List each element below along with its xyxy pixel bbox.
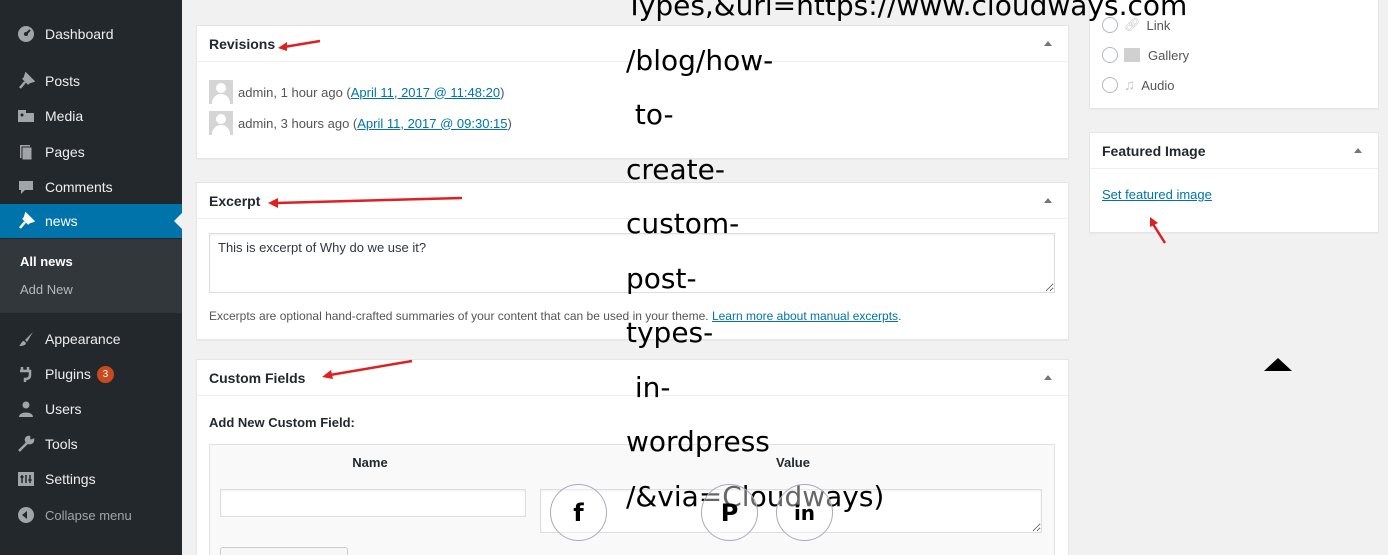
menu-label: Collapse menu — [45, 507, 132, 523]
back-to-top-arrow-icon[interactable] — [1264, 358, 1292, 371]
revision-author: admin, 1 hour ago ( — [238, 84, 351, 100]
pin-icon — [16, 71, 36, 91]
revision-paren: ) — [507, 115, 512, 131]
menu-item-dashboard[interactable]: Dashboard — [0, 17, 182, 51]
url-line: create- — [626, 152, 725, 186]
add-custom-field-button[interactable] — [220, 547, 348, 555]
menu-label: news — [45, 213, 78, 229]
menu-item-plugins[interactable]: Plugins 3 — [0, 357, 182, 391]
paintbrush-icon — [16, 329, 36, 349]
menu-item-settings[interactable]: Settings — [0, 462, 182, 496]
menu-label: Pages — [45, 144, 85, 160]
news-submenu: All news Add New — [0, 239, 182, 313]
url-line: wordpress — [626, 425, 770, 458]
revision-author: admin, 3 hours ago ( — [238, 115, 358, 131]
annotation-arrow-icon — [268, 196, 463, 208]
revision-row: admin, 1 hour ago (April 11, 2017 @ 11:4… — [209, 80, 504, 104]
comments-icon — [16, 177, 36, 197]
menu-item-tools[interactable]: Tools — [0, 427, 182, 461]
menu-label: Media — [45, 108, 84, 124]
users-icon — [16, 399, 36, 419]
menu-label: Appearance — [45, 331, 121, 347]
avatar — [209, 111, 233, 135]
admin-sidebar: Dashboard Posts Media Pages Comments new… — [0, 0, 182, 555]
column-header-name: Name — [352, 455, 388, 470]
custom-fields-title: Custom Fields — [209, 370, 306, 386]
add-custom-field-label: Add New Custom Field: — [209, 415, 355, 430]
url-line: Types,&url=https://www.cloudways.com — [626, 0, 1188, 22]
linkedin-icon: in — [793, 500, 816, 525]
menu-label: Users — [45, 401, 82, 417]
menu-item-pages[interactable]: Pages — [0, 135, 182, 169]
submenu-add-new[interactable]: Add New — [20, 282, 73, 297]
revision-paren: ) — [500, 84, 505, 100]
menu-item-comments[interactable]: Comments — [0, 170, 182, 204]
url-line: to- — [626, 98, 674, 131]
facebook-share-button[interactable]: f — [550, 484, 607, 541]
menu-item-news[interactable]: news — [0, 204, 182, 238]
revision-link[interactable]: April 11, 2017 @ 09:30:15 — [357, 116, 507, 131]
wrench-icon — [16, 434, 36, 454]
avatar — [209, 80, 233, 104]
menu-label: Tools — [45, 436, 78, 452]
url-line: types- — [626, 316, 714, 349]
url-line: custom- — [626, 207, 740, 240]
share-url-text: Types,&url=https://www.cloudways.com /bl… — [626, 0, 1266, 531]
excerpt-title: Excerpt — [209, 193, 261, 209]
media-icon — [16, 106, 36, 126]
revision-row: admin, 3 hours ago (April 11, 2017 @ 09:… — [209, 111, 512, 135]
menu-item-media[interactable]: Media — [0, 99, 182, 133]
menu-label: Settings — [45, 471, 96, 487]
menu-label: Posts — [45, 73, 81, 89]
plugins-update-badge: 3 — [96, 365, 114, 383]
menu-item-posts[interactable]: Posts — [0, 64, 182, 98]
pinterest-share-button[interactable]: P — [701, 484, 758, 541]
pages-icon — [16, 142, 36, 162]
url-line: in- — [626, 370, 671, 404]
collapse-menu-button[interactable]: Collapse menu — [0, 498, 182, 532]
facebook-icon: f — [573, 498, 584, 527]
url-line: post- — [626, 261, 697, 295]
toggle-panel-arrow-icon[interactable] — [1354, 148, 1362, 153]
settings-icon — [16, 469, 36, 489]
menu-label: Comments — [45, 179, 113, 195]
menu-label: Dashboard — [45, 26, 114, 42]
dashboard-icon — [16, 24, 36, 44]
menu-item-users[interactable]: Users — [0, 392, 182, 426]
collapse-icon — [16, 505, 36, 525]
menu-label: Plugins — [45, 366, 91, 382]
pin-icon — [16, 211, 36, 231]
annotation-arrow-icon — [322, 359, 413, 379]
revision-link[interactable]: April 11, 2017 @ 11:48:20 — [351, 85, 500, 100]
custom-field-name-input[interactable] — [220, 489, 526, 517]
annotation-arrow-icon — [278, 39, 321, 51]
linkedin-share-button[interactable]: in — [776, 484, 833, 541]
submenu-all-news[interactable]: All news — [20, 254, 73, 269]
url-line: /blog/how- — [626, 43, 774, 77]
pinterest-icon: P — [720, 498, 739, 527]
menu-item-appearance[interactable]: Appearance — [0, 322, 182, 356]
revisions-title: Revisions — [209, 36, 276, 52]
plugins-icon — [16, 364, 36, 384]
